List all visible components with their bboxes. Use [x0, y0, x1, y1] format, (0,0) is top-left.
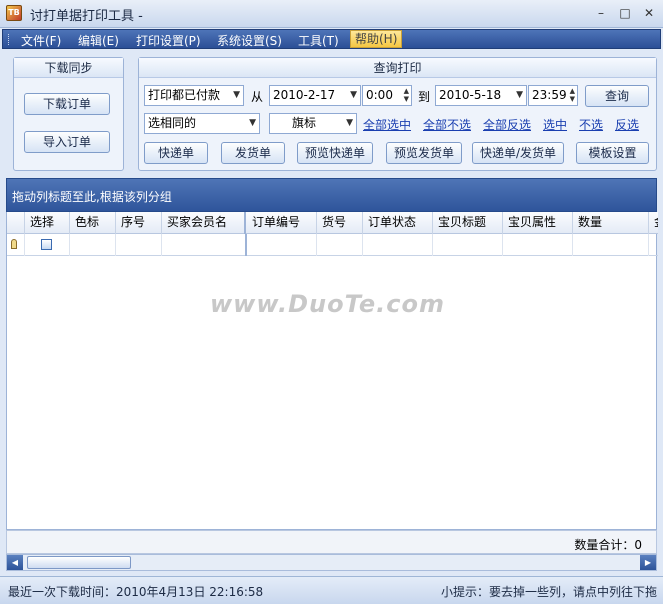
- filter-cell[interactable]: [247, 234, 317, 256]
- column-item-attributes[interactable]: 宝贝属性: [503, 212, 573, 234]
- filter-cell[interactable]: [363, 234, 433, 256]
- title-bar: TB 讨打单据打印工具 - – □ ✕: [0, 0, 663, 28]
- filter-cell[interactable]: [162, 234, 247, 256]
- match-mode-combo[interactable]: 选相同的 ▼: [144, 113, 260, 134]
- filter-cell[interactable]: [317, 234, 363, 256]
- row-indicator-header: [7, 212, 25, 234]
- to-label: 到: [418, 90, 431, 104]
- orders-grid: 选择 色标 序号 买家会员名 订单编号 货号 订单状态 宝贝标题 宝贝属性 数量…: [6, 212, 658, 530]
- column-select[interactable]: 选择: [25, 212, 70, 234]
- column-item-title[interactable]: 宝贝标题: [433, 212, 503, 234]
- filter-cell[interactable]: [503, 234, 573, 256]
- query-print-panel: 查询打印 打印都已付款 ▼ 从 2010-2-17 ▼ 0:00 ▲ ▼ 到 20…: [138, 57, 657, 171]
- import-orders-button[interactable]: 导入订单: [24, 131, 110, 153]
- scrollbar-thumb[interactable]: [27, 556, 131, 569]
- spin-arrows-icon: ▲ ▼: [569, 87, 575, 103]
- chevron-down-icon: ▼: [350, 90, 357, 100]
- grid-header-row: 选择 色标 序号 买家会员名 订单编号 货号 订单状态 宝贝标题 宝贝属性 数量…: [7, 212, 658, 234]
- menu-print-settings[interactable]: 打印设置(P): [136, 32, 201, 49]
- column-amount[interactable]: 金: [649, 212, 658, 234]
- invert-all-link[interactable]: 全部反选: [483, 116, 531, 133]
- chevron-down-icon: ▼: [233, 90, 240, 100]
- grid-summary-bar: 数量合计：0: [6, 530, 657, 554]
- from-date-picker[interactable]: 2010-2-17 ▼: [269, 85, 361, 106]
- menu-bar: 文件(F) 编辑(E) 打印设置(P) 系统设置(S) 工具(T) 帮助(H): [2, 29, 661, 49]
- chevron-down-icon: ▼: [249, 118, 256, 128]
- deselect-link[interactable]: 不选: [579, 116, 603, 133]
- group-by-hint: 拖动列标题至此,根据该列分组: [12, 190, 172, 204]
- select-link[interactable]: 选中: [543, 116, 567, 133]
- to-date-picker[interactable]: 2010-5-18 ▼: [435, 85, 527, 106]
- filter-cell[interactable]: [433, 234, 503, 256]
- last-download-time: 最近一次下载时间：2010年4月13日 22:16:58: [8, 585, 264, 599]
- flag-value: 旗标: [292, 116, 317, 130]
- from-date-value: 2010-2-17: [273, 88, 336, 102]
- to-time-value: 23:59: [532, 88, 567, 102]
- express-and-delivery-button[interactable]: 快递单/发货单: [472, 142, 564, 164]
- minimize-button[interactable]: –: [590, 5, 612, 21]
- select-all-checkbox-icon[interactable]: [41, 239, 52, 250]
- order-status-combo[interactable]: 打印都已付款 ▼: [144, 85, 244, 106]
- close-button[interactable]: ✕: [638, 5, 660, 21]
- to-date-value: 2010-5-18: [439, 88, 502, 102]
- to-time-spinner[interactable]: 23:59 ▲ ▼: [528, 85, 578, 106]
- maximize-button[interactable]: □: [614, 5, 636, 21]
- template-settings-button[interactable]: 模板设置: [576, 142, 649, 164]
- status-bar: 最近一次下载时间：2010年4月13日 22:16:58 小提示：要去掉一些列，…: [0, 576, 663, 604]
- chevron-down-icon: ▼: [346, 118, 353, 128]
- group-by-bar[interactable]: 拖动列标题至此,根据该列分组: [6, 178, 657, 212]
- query-print-title: 查询打印: [139, 58, 656, 78]
- filter-cell[interactable]: [573, 234, 649, 256]
- quantity-total: 数量合计：0: [574, 538, 642, 552]
- window-title: 讨打单据打印工具 -: [30, 9, 143, 24]
- watermark: www.DuoTe.com: [210, 290, 445, 318]
- filter-cell[interactable]: [70, 234, 116, 256]
- grid-filter-row: [7, 234, 658, 256]
- menu-tools[interactable]: 工具(T): [298, 32, 339, 49]
- order-status-value: 打印都已付款: [148, 88, 221, 102]
- invert-link[interactable]: 反选: [615, 116, 639, 133]
- column-buyer[interactable]: 买家会员名: [162, 212, 246, 234]
- match-mode-value: 选相同的: [148, 116, 197, 130]
- pin-icon: [11, 239, 17, 249]
- column-item-no[interactable]: 货号: [317, 212, 363, 234]
- column-quantity[interactable]: 数量: [573, 212, 649, 234]
- horizontal-scrollbar[interactable]: ◀ ▶: [6, 554, 657, 571]
- column-order-id[interactable]: 订单编号: [247, 212, 317, 234]
- from-time-spinner[interactable]: 0:00 ▲ ▼: [362, 85, 412, 106]
- chevron-down-icon: ▼: [516, 90, 523, 100]
- app-icon: TB: [6, 5, 22, 21]
- column-order-status[interactable]: 订单状态: [363, 212, 433, 234]
- download-sync-panel: 下载同步 下载订单 导入订单: [13, 57, 124, 171]
- menu-edit[interactable]: 编辑(E): [78, 32, 119, 49]
- preview-express-button[interactable]: 预览快递单: [297, 142, 373, 164]
- flag-combo[interactable]: 旗标 ▼: [269, 113, 357, 134]
- scroll-right-icon[interactable]: ▶: [640, 555, 656, 570]
- delivery-note-button[interactable]: 发货单: [221, 142, 285, 164]
- filter-indicator-cell: [7, 234, 25, 256]
- filter-select-cell[interactable]: [25, 234, 70, 256]
- column-color-mark[interactable]: 色标: [70, 212, 116, 234]
- menu-help[interactable]: 帮助(H): [350, 30, 403, 48]
- download-sync-title: 下载同步: [14, 58, 123, 78]
- download-orders-button[interactable]: 下载订单: [24, 93, 110, 115]
- menu-file[interactable]: 文件(F): [21, 32, 61, 49]
- from-time-value: 0:00: [366, 88, 393, 102]
- deselect-all-link[interactable]: 全部不选: [423, 116, 471, 133]
- menu-grip-icon: [8, 34, 11, 45]
- express-slip-button[interactable]: 快递单: [144, 142, 208, 164]
- query-button[interactable]: 查询: [585, 85, 649, 107]
- from-label: 从: [251, 90, 264, 104]
- tip-text: 小提示：要去掉一些列，请点中列往下拖: [440, 585, 657, 599]
- column-serial[interactable]: 序号: [116, 212, 162, 234]
- spin-arrows-icon: ▲ ▼: [403, 87, 409, 103]
- select-all-link[interactable]: 全部选中: [363, 116, 411, 133]
- preview-delivery-button[interactable]: 预览发货单: [386, 142, 462, 164]
- filter-cell[interactable]: [116, 234, 162, 256]
- menu-system-settings[interactable]: 系统设置(S): [217, 32, 282, 49]
- scroll-left-icon[interactable]: ◀: [7, 555, 23, 570]
